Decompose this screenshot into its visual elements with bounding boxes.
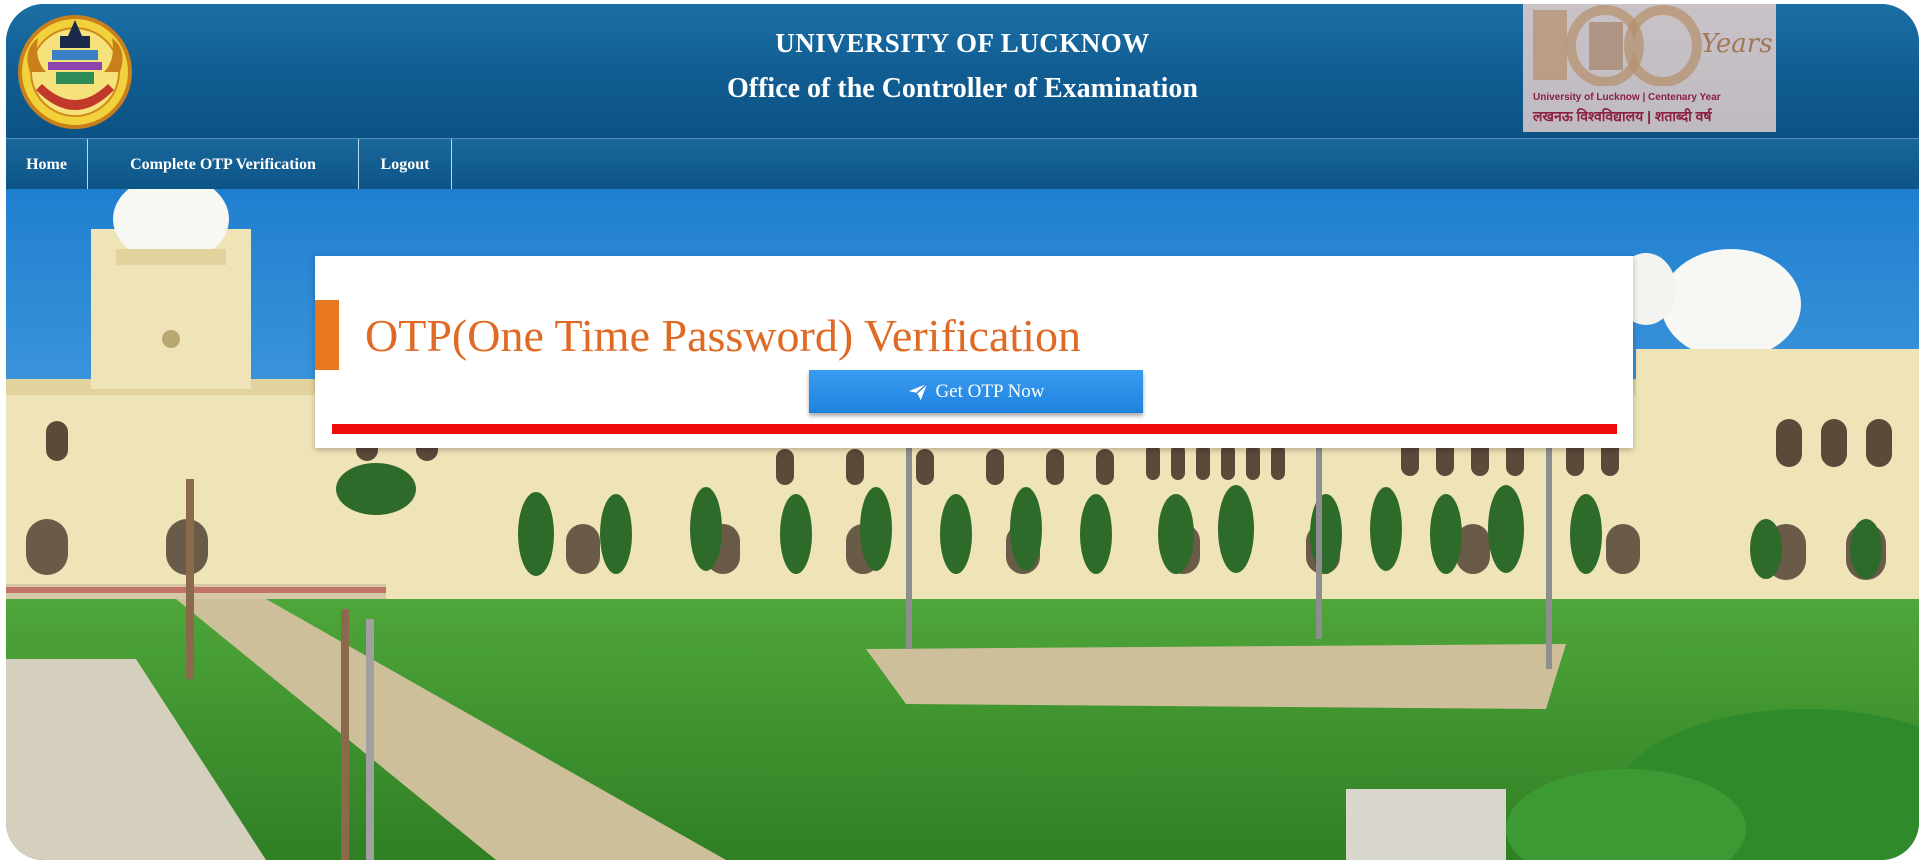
paper-plane-icon (909, 382, 929, 400)
centenary-100-years-logo: Years (1533, 5, 1773, 86)
centenary-badge: Years University of Lucknow | Centenary … (1523, 4, 1776, 132)
title-accent-bar (315, 300, 339, 370)
get-otp-button-label: Get OTP Now (935, 380, 1045, 402)
centenary-line-hindi: लखनऊ विश्वविद्यालय | शताब्दी वर्ष (1533, 108, 1712, 124)
nav-complete-otp-verification[interactable]: Complete OTP Verification (88, 139, 359, 190)
otp-page-title: OTP(One Time Password) Verification (365, 310, 1081, 361)
nav-logout[interactable]: Logout (359, 139, 452, 190)
svg-text:Years: Years (1701, 29, 1773, 59)
main-nav: Home Complete OTP Verification Logout (6, 138, 1919, 190)
red-divider (332, 424, 1617, 434)
centenary-line-english: University of Lucknow | Centenary Year (1533, 92, 1721, 103)
site-header: UNIVERSITY OF LUCKNOW Office of the Cont… (6, 4, 1919, 138)
otp-verification-card: OTP(One Time Password) Verification Get … (315, 256, 1633, 448)
get-otp-button[interactable]: Get OTP Now (809, 370, 1143, 413)
page-frame: UNIVERSITY OF LUCKNOW Office of the Cont… (6, 4, 1919, 860)
nav-home[interactable]: Home (6, 139, 88, 190)
